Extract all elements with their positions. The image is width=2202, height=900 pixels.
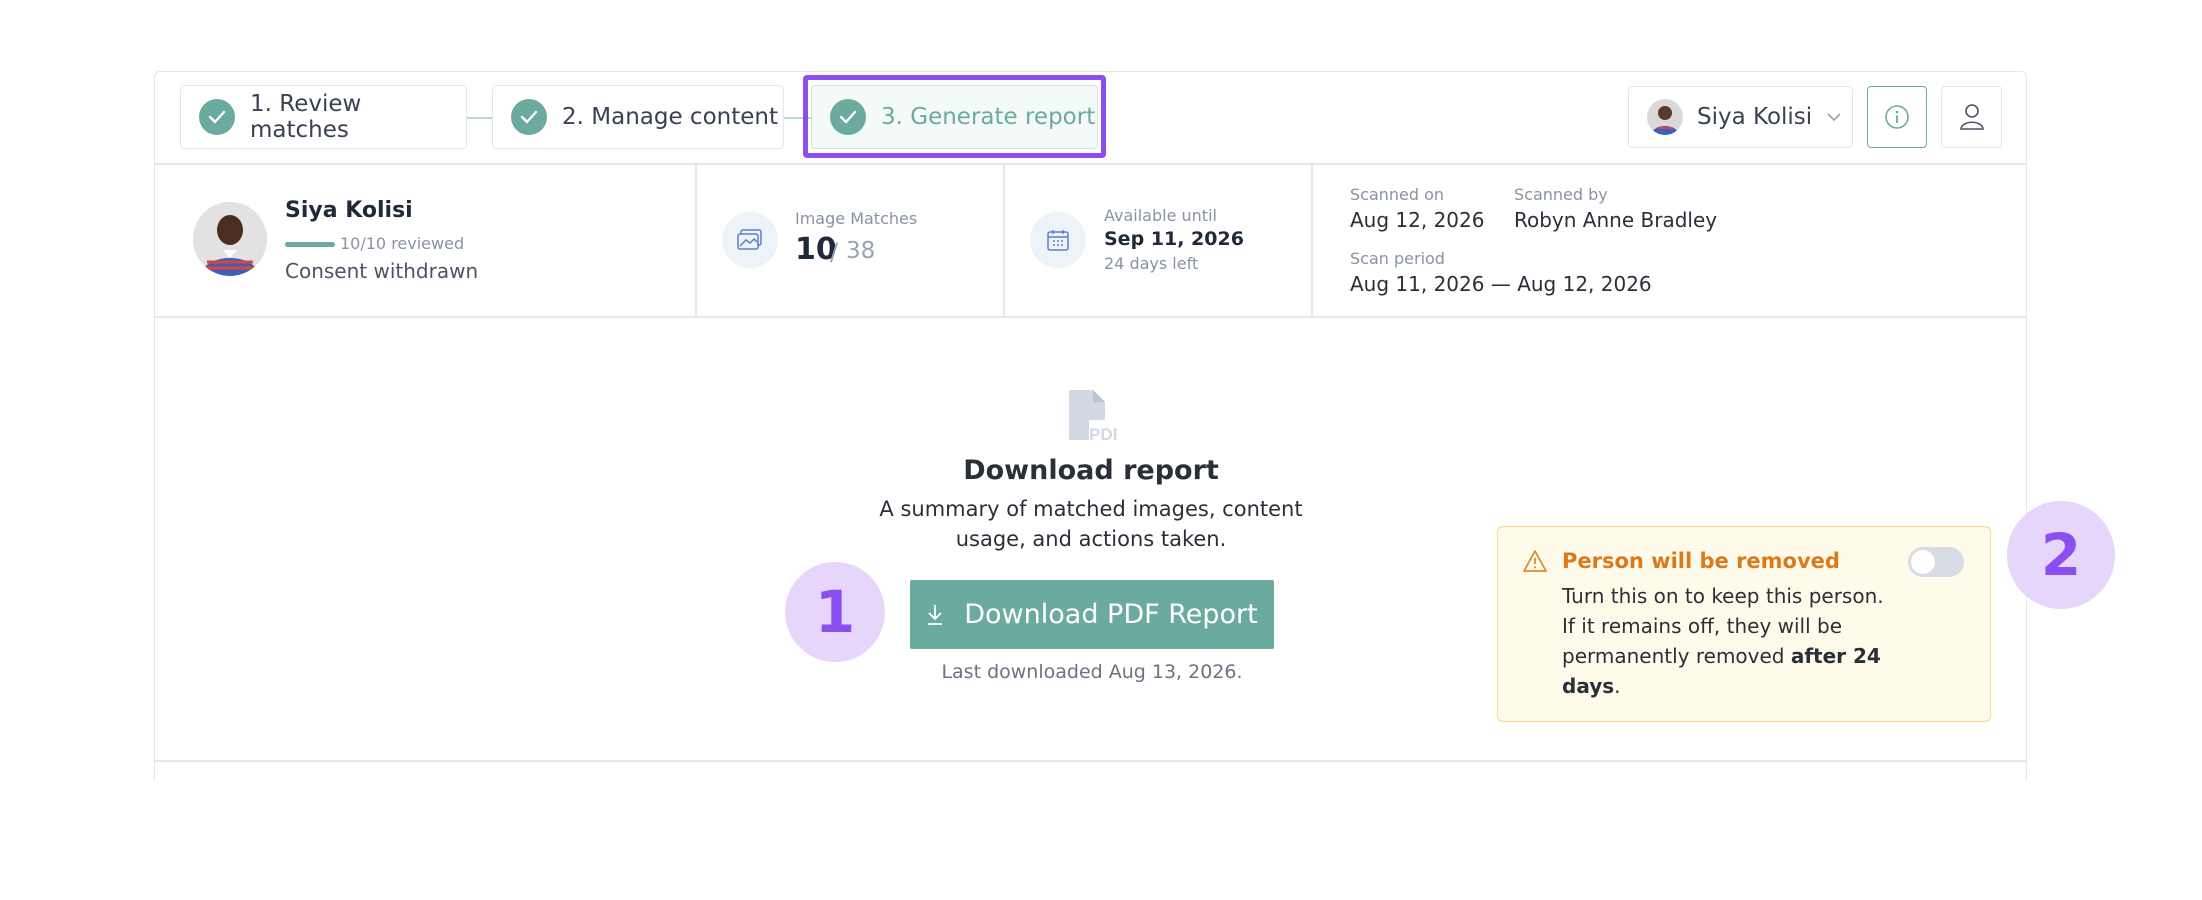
person-select-name: Siya Kolisi (1697, 104, 1813, 130)
divider (154, 316, 2027, 318)
scanned-on-label: Scanned on (1350, 185, 1445, 204)
check-icon (511, 99, 547, 135)
calendar-icon-container (1030, 212, 1086, 268)
person-select-dropdown[interactable]: Siya Kolisi (1628, 86, 1853, 148)
image-matches-sep: / (830, 238, 839, 266)
image-icon-container (722, 212, 778, 268)
available-until-label: Available until (1104, 206, 1217, 225)
divider (1311, 163, 1313, 316)
avatar (1647, 99, 1683, 135)
scanned-by-label: Scanned by (1514, 185, 1608, 204)
removal-warning: Person will be removed Turn this on to k… (1497, 526, 1991, 722)
info-button[interactable] (1867, 86, 1927, 148)
review-progress-bar (285, 242, 335, 247)
scanned-on-value: Aug 12, 2026 (1350, 208, 1485, 232)
divider (154, 760, 2027, 762)
scan-period-label: Scan period (1350, 249, 1445, 268)
report-title: Download report (963, 455, 1219, 486)
check-icon (830, 99, 866, 135)
reviewed-count: 10/10 reviewed (340, 234, 465, 253)
divider (154, 163, 2027, 165)
user-profile-button[interactable] (1941, 86, 2002, 148)
callout-badge-1: 1 (785, 562, 885, 662)
divider (695, 163, 697, 316)
step-manage-content[interactable]: 2. Manage content (492, 85, 784, 149)
step-label: 2. Manage content (562, 104, 778, 130)
step-generate-report[interactable]: 3. Generate report (811, 85, 1098, 149)
scan-period-value: Aug 11, 2026 — Aug 12, 2026 (1350, 272, 1652, 296)
step-connector (467, 117, 492, 119)
image-icon (737, 229, 763, 251)
info-icon (1884, 104, 1910, 130)
pdf-file-icon: PDF (1063, 390, 1123, 444)
check-icon (199, 99, 235, 135)
person-avatar (193, 202, 267, 276)
download-button-label: Download PDF Report (964, 599, 1258, 630)
user-icon (1959, 103, 1985, 131)
warning-body: Turn this on to keep this person. If it … (1562, 581, 1902, 701)
report-description-line1: A summary of matched images, content (879, 497, 1303, 521)
consent-status: Consent withdrawn (285, 259, 479, 283)
warning-title: Person will be removed (1562, 549, 1840, 573)
image-matches-label: Image Matches (795, 209, 918, 228)
warning-body-end: . (1614, 674, 1621, 698)
callout-badge-2: 2 (2007, 501, 2115, 609)
days-left: 24 days left (1104, 254, 1199, 273)
scanned-by-value: Robyn Anne Bradley (1514, 208, 1718, 232)
svg-text:PDF: PDF (1089, 425, 1117, 444)
toggle-knob (1911, 550, 1935, 574)
divider (1003, 163, 1005, 316)
step-label: 3. Generate report (881, 104, 1096, 130)
download-icon (926, 604, 944, 626)
available-until-date: Sep 11, 2026 (1104, 228, 1244, 250)
step-review-matches[interactable]: 1. Review matches (180, 85, 467, 149)
step-label: 1. Review matches (250, 91, 362, 143)
chevron-down-icon (1826, 112, 1842, 122)
warning-icon (1522, 549, 1548, 573)
download-pdf-button[interactable]: Download PDF Report (910, 580, 1274, 649)
image-matches-total: 38 (846, 238, 876, 264)
person-name: Siya Kolisi (285, 198, 413, 223)
calendar-icon (1046, 228, 1070, 252)
keep-person-toggle[interactable] (1908, 547, 1964, 577)
